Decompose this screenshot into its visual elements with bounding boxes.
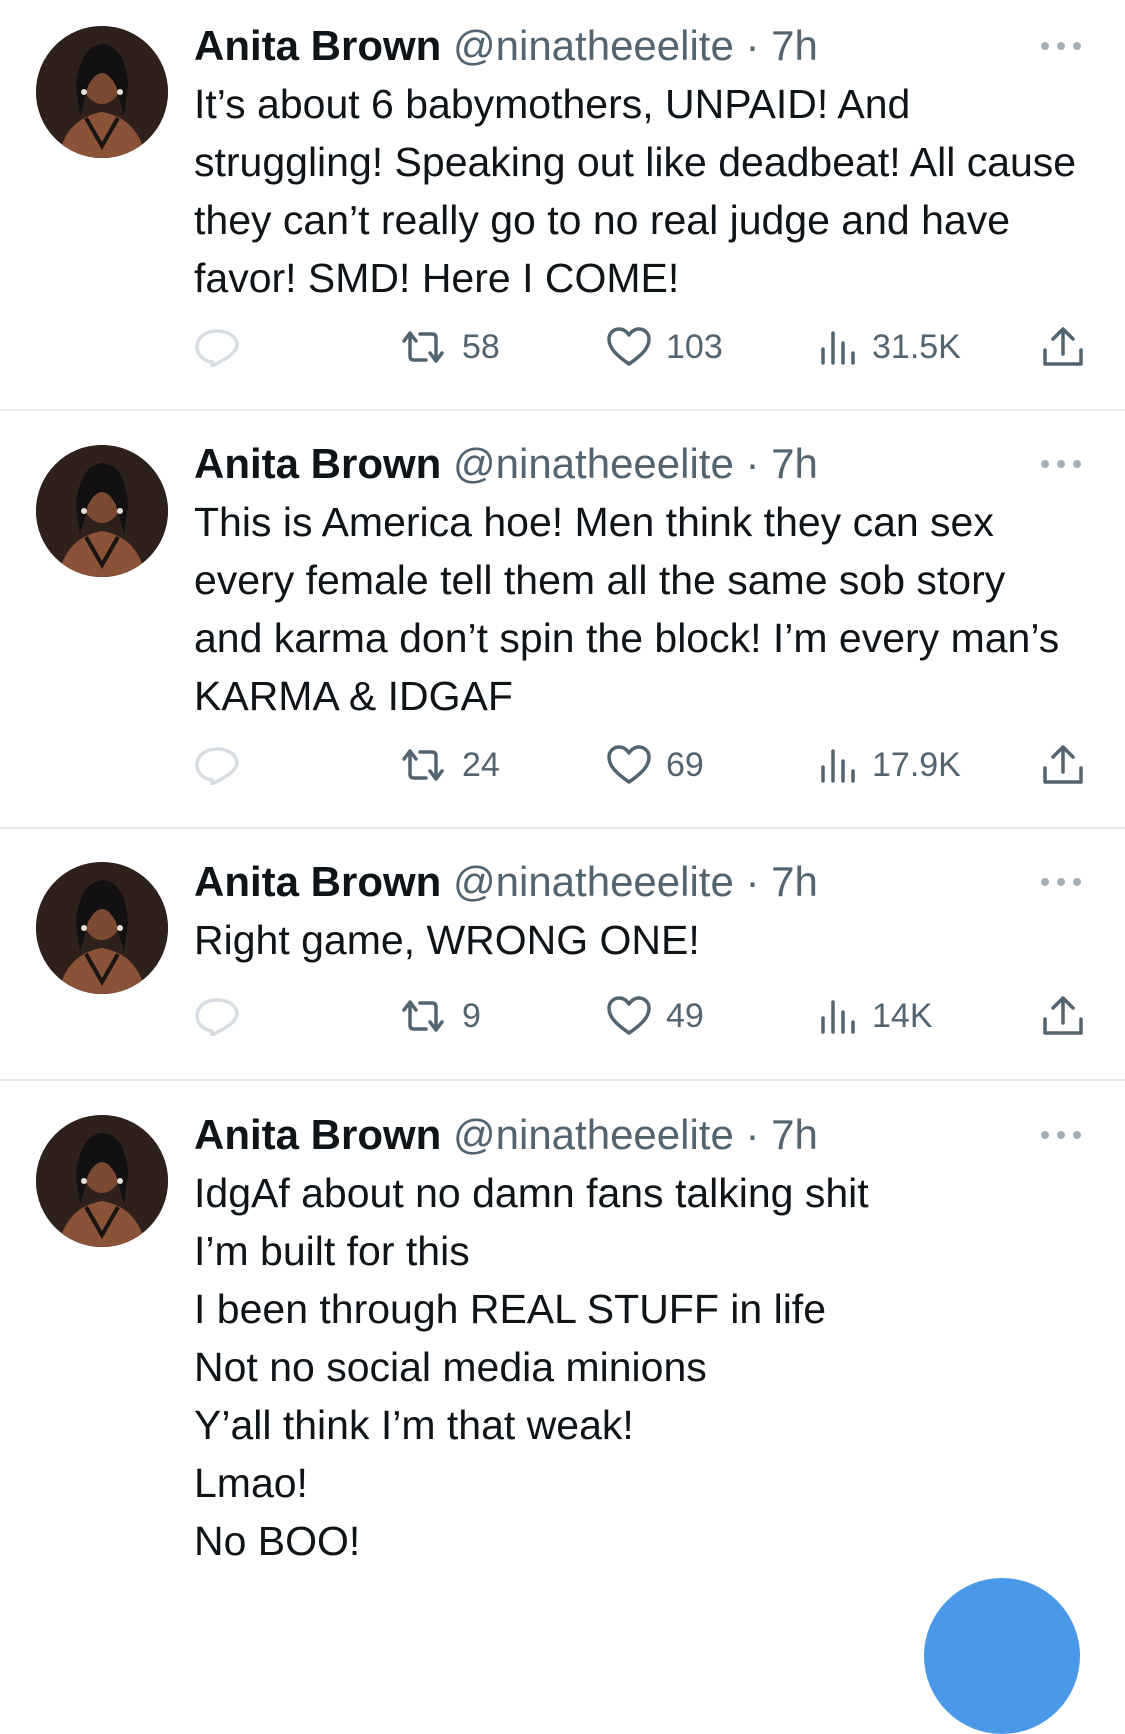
reply-button[interactable] bbox=[194, 322, 240, 372]
view-count: 31.5K bbox=[872, 327, 961, 366]
more-icon[interactable] bbox=[1039, 36, 1083, 56]
reply-icon bbox=[195, 747, 239, 785]
like-count: 69 bbox=[666, 745, 704, 784]
user-handle[interactable]: @ninatheeelite bbox=[453, 22, 734, 69]
user-handle[interactable]: @ninatheeelite bbox=[453, 1111, 734, 1158]
heart-icon bbox=[607, 996, 651, 1035]
timestamp[interactable]: · 7h bbox=[746, 858, 818, 905]
retweet-icon bbox=[402, 331, 444, 363]
display-name[interactable]: Anita Brown bbox=[194, 1111, 441, 1158]
compose-button[interactable] bbox=[924, 1578, 1080, 1734]
views-icon bbox=[821, 749, 855, 783]
retweet-icon bbox=[402, 1000, 444, 1032]
like-count: 103 bbox=[666, 327, 723, 366]
retweet-count: 9 bbox=[462, 996, 481, 1035]
tweet-text: This is America hoe! Men think they can … bbox=[194, 499, 1060, 719]
avatar[interactable] bbox=[36, 26, 168, 158]
timeline: Anita Brown @ninatheeelite · 7h It’s abo… bbox=[0, 0, 1125, 1630]
tweet-actions: 58 103 31.5K bbox=[194, 322, 1085, 372]
views-icon bbox=[821, 331, 855, 365]
reply-icon bbox=[195, 329, 239, 367]
tweet-text: Right game, WRONG ONE! bbox=[194, 917, 700, 963]
like-count: 49 bbox=[666, 996, 704, 1035]
reply-icon bbox=[195, 998, 239, 1036]
views-button[interactable]: 14K bbox=[818, 991, 933, 1041]
share-button[interactable] bbox=[1041, 991, 1085, 1041]
tweet-text: It’s about 6 babymothers, UNPAID! And st… bbox=[194, 81, 1077, 301]
tweet[interactable]: Anita Brown @ninatheeelite · 7h IdgAf ab… bbox=[0, 1081, 1125, 1630]
more-icon[interactable] bbox=[1039, 872, 1083, 892]
retweet-button[interactable]: 9 bbox=[398, 991, 481, 1041]
share-button[interactable] bbox=[1041, 740, 1085, 790]
share-button[interactable] bbox=[1041, 322, 1085, 372]
timestamp[interactable]: · 7h bbox=[746, 1111, 818, 1158]
view-count: 17.9K bbox=[872, 745, 961, 784]
avatar[interactable] bbox=[36, 445, 168, 577]
reply-button[interactable] bbox=[194, 991, 240, 1041]
like-button[interactable]: 49 bbox=[606, 991, 704, 1041]
retweet-count: 58 bbox=[462, 327, 500, 366]
heart-icon bbox=[607, 327, 651, 366]
views-button[interactable]: 17.9K bbox=[818, 740, 961, 790]
tweet[interactable]: Anita Brown @ninatheeelite · 7h Right ga… bbox=[0, 829, 1125, 1081]
tweet-actions: 24 69 17.9K bbox=[194, 740, 1085, 790]
views-icon bbox=[821, 1000, 855, 1034]
more-icon[interactable] bbox=[1039, 454, 1083, 474]
retweet-count: 24 bbox=[462, 745, 500, 784]
retweet-button[interactable]: 24 bbox=[398, 740, 500, 790]
views-button[interactable]: 31.5K bbox=[818, 322, 961, 372]
display-name[interactable]: Anita Brown bbox=[194, 22, 441, 69]
more-icon[interactable] bbox=[1039, 1125, 1083, 1145]
share-icon bbox=[1043, 996, 1083, 1035]
user-handle[interactable]: @ninatheeelite bbox=[453, 858, 734, 905]
share-icon bbox=[1043, 745, 1083, 784]
retweet-button[interactable]: 58 bbox=[398, 322, 500, 372]
retweet-icon bbox=[402, 749, 444, 781]
avatar[interactable] bbox=[36, 1115, 168, 1247]
tweet-header: Anita Brown @ninatheeelite · 7h bbox=[194, 19, 1045, 73]
tweet[interactable]: Anita Brown @ninatheeelite · 7h It’s abo… bbox=[0, 0, 1125, 411]
tweet-header: Anita Brown @ninatheeelite · 7h bbox=[194, 437, 1045, 491]
timestamp[interactable]: · 7h bbox=[746, 22, 818, 69]
like-button[interactable]: 103 bbox=[606, 322, 723, 372]
view-count: 14K bbox=[872, 996, 933, 1035]
tweet-header: Anita Brown @ninatheeelite · 7h bbox=[194, 1108, 1045, 1162]
reply-button[interactable] bbox=[194, 740, 240, 790]
tweet-header: Anita Brown @ninatheeelite · 7h bbox=[194, 855, 1045, 909]
share-icon bbox=[1043, 327, 1083, 366]
avatar[interactable] bbox=[36, 862, 168, 994]
timestamp[interactable]: · 7h bbox=[746, 440, 818, 487]
tweet[interactable]: Anita Brown @ninatheeelite · 7h This is … bbox=[0, 411, 1125, 829]
tweet-text: IdgAf about no damn fans talking shit I’… bbox=[194, 1170, 869, 1564]
tweet-actions: 9 49 14K bbox=[194, 991, 1085, 1041]
heart-icon bbox=[607, 745, 651, 784]
like-button[interactable]: 69 bbox=[606, 740, 704, 790]
display-name[interactable]: Anita Brown bbox=[194, 858, 441, 905]
display-name[interactable]: Anita Brown bbox=[194, 440, 441, 487]
user-handle[interactable]: @ninatheeelite bbox=[453, 440, 734, 487]
